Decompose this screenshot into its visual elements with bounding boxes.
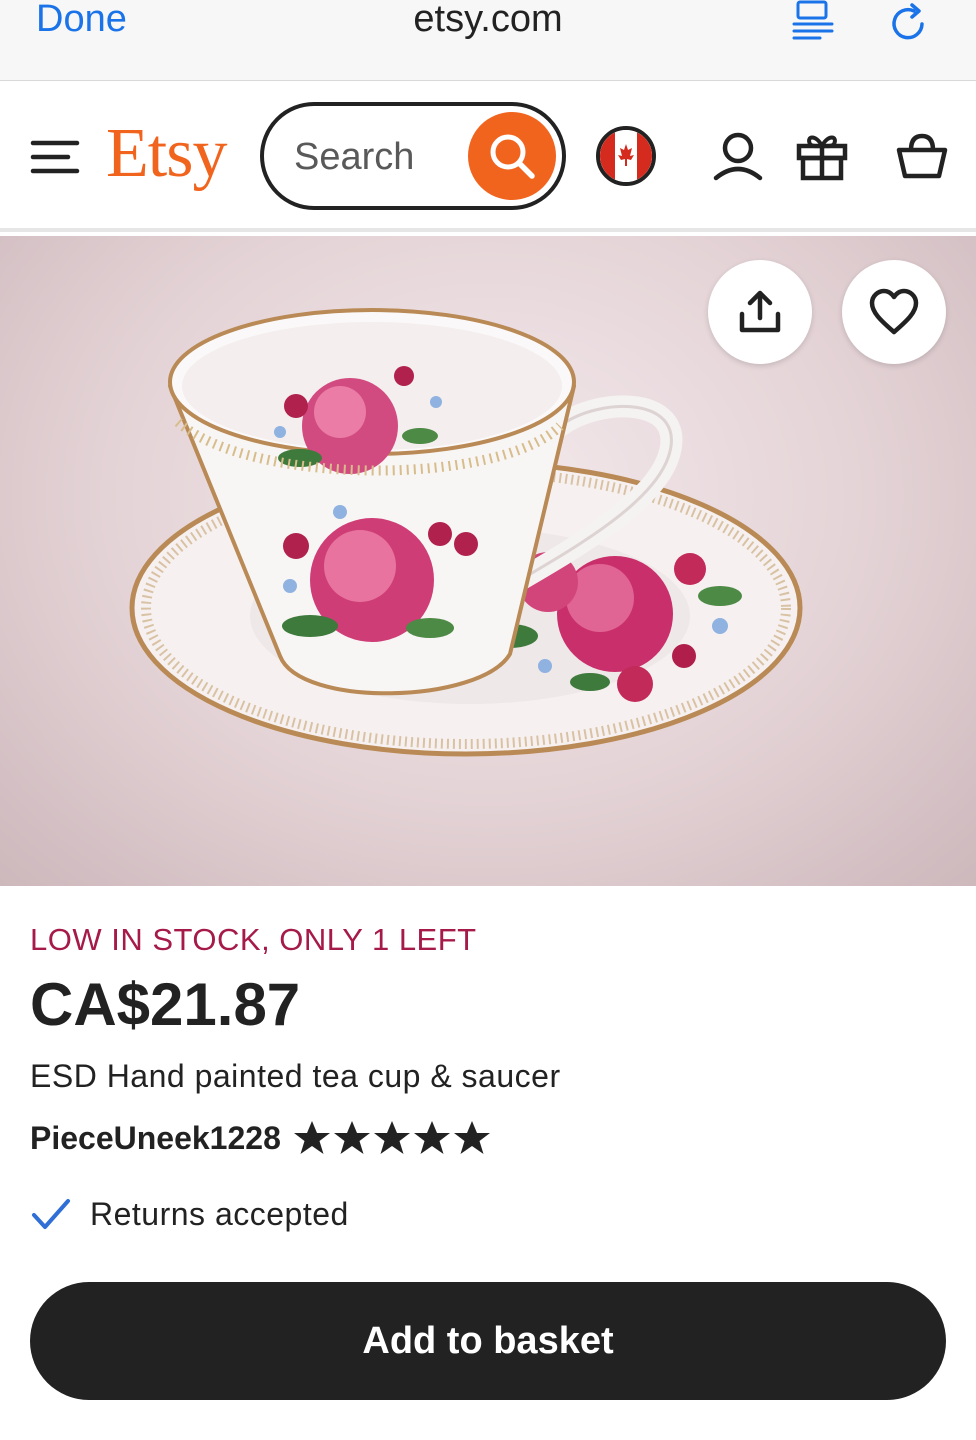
- region-button[interactable]: [596, 126, 656, 186]
- shop-name-link[interactable]: PieceUneek1228: [30, 1120, 281, 1157]
- returns-label: Returns accepted: [90, 1195, 349, 1232]
- favorite-heart-icon: [869, 288, 919, 335]
- price: CA$21.87: [30, 971, 301, 1038]
- search-icon: [490, 134, 535, 179]
- product-image[interactable]: [0, 236, 976, 886]
- star-icon: [293, 1121, 330, 1154]
- product-title: ESD Hand painted tea cup & saucer: [30, 1058, 561, 1094]
- basket-icon[interactable]: [894, 128, 950, 184]
- shop-row: PieceUneek1228: [30, 1116, 493, 1160]
- star-icon: [333, 1121, 370, 1154]
- stock-note: LOW IN STOCK, ONLY 1 LEFT: [30, 922, 477, 957]
- teacup-illustration: [129, 308, 803, 757]
- star-icon: [453, 1121, 490, 1154]
- check-icon: [32, 1199, 70, 1229]
- search-input[interactable]: [294, 132, 474, 182]
- search-bar: [260, 102, 566, 210]
- account-icon[interactable]: [710, 128, 766, 184]
- browser-toolbar: Done etsy.com: [0, 0, 976, 81]
- search-button[interactable]: [468, 112, 556, 200]
- canada-flag-icon: [600, 130, 652, 182]
- returns-row: Returns accepted: [30, 1192, 349, 1236]
- share-button[interactable]: [708, 260, 812, 364]
- gift-icon[interactable]: [794, 128, 850, 184]
- menu-icon[interactable]: [30, 137, 80, 177]
- add-to-basket-button[interactable]: Add to basket: [30, 1282, 946, 1400]
- rating-stars[interactable]: [293, 1119, 493, 1157]
- reader-mode-icon[interactable]: [792, 0, 836, 44]
- star-icon: [413, 1121, 450, 1154]
- share-icon: [739, 290, 781, 333]
- star-icon: [373, 1121, 410, 1154]
- favorite-button[interactable]: [842, 260, 946, 364]
- etsy-logo[interactable]: Etsy: [106, 112, 227, 196]
- site-header: Etsy: [0, 82, 976, 232]
- reload-icon[interactable]: [888, 2, 932, 46]
